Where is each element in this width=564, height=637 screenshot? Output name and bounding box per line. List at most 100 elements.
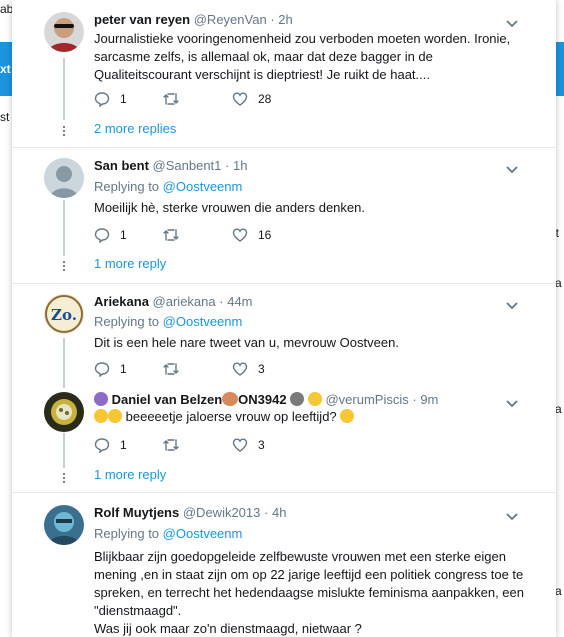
more-replies-link[interactable]: 1 more reply xyxy=(94,467,166,482)
heart-icon[interactable] xyxy=(232,361,248,377)
replying-to-label: Replying to xyxy=(94,314,160,329)
author-handle[interactable]: @verumPiscis xyxy=(325,392,408,407)
author-name-suffix[interactable]: ON3942 xyxy=(238,392,286,407)
author-handle[interactable]: @Dewik2013 xyxy=(183,505,261,520)
retweet-action[interactable] xyxy=(162,226,190,244)
mention-link[interactable]: @Oostveenm xyxy=(163,314,243,329)
thread-line xyxy=(63,338,65,388)
reply-action[interactable]: 1 xyxy=(94,360,127,378)
retweet-action[interactable] xyxy=(162,90,190,108)
timestamp[interactable]: 9m xyxy=(420,392,438,407)
timestamp[interactable]: 1h xyxy=(233,158,247,173)
retweet-icon[interactable] xyxy=(162,361,180,377)
background-left-fragment: st xyxy=(0,110,10,124)
tweet-text-line: Was jij ook maar zo'n dienstmaagd, nietw… xyxy=(94,621,362,636)
tweet-text-line: mening ,en in staat zijn om op 22 jarige… xyxy=(94,567,524,582)
background-right-banner xyxy=(556,42,564,96)
author-name[interactable]: Rolf Muytjens xyxy=(94,505,179,520)
more-replies-link[interactable]: 2 more replies xyxy=(94,121,176,136)
reply-count: 1 xyxy=(120,438,127,452)
author-handle[interactable]: @ariekana xyxy=(153,294,216,309)
vertical-dots-icon xyxy=(59,259,69,272)
reply-count: 1 xyxy=(120,362,127,376)
chevron-down-icon[interactable] xyxy=(505,509,519,521)
separator-dot: · xyxy=(270,12,275,27)
timestamp[interactable]: 2h xyxy=(278,12,292,27)
tweet-item[interactable]: peter van reyen @ReyenVan · 2h Journalis… xyxy=(12,0,556,148)
retweet-icon[interactable] xyxy=(162,227,180,243)
avatar[interactable] xyxy=(44,158,84,198)
separator-dot: · xyxy=(219,294,224,309)
retweet-icon[interactable] xyxy=(162,91,180,107)
replying-to: Replying to @Oostveenm xyxy=(94,526,242,541)
separator-dot: · xyxy=(412,392,417,407)
menorah-emoji-icon xyxy=(94,392,108,406)
tweet-item[interactable]: San bent @Sanbent1 · 1h Replying to @Oos… xyxy=(12,148,556,284)
reply-count: 1 xyxy=(120,92,127,106)
avatar[interactable] xyxy=(44,392,84,432)
chevron-down-icon[interactable] xyxy=(505,16,519,28)
avatar[interactable] xyxy=(44,12,84,52)
vertical-dots-icon xyxy=(59,471,69,484)
replying-to-label: Replying to xyxy=(94,179,160,194)
timestamp[interactable]: 4h xyxy=(272,505,286,520)
tweet-text-line: "dienstmaagd". xyxy=(94,603,182,618)
retweet-action[interactable] xyxy=(162,436,190,454)
replying-to: Replying to @Oostveenm xyxy=(94,179,242,194)
replying-to-label: Replying to xyxy=(94,526,160,541)
heart-icon[interactable] xyxy=(232,227,248,243)
avatar[interactable]: Zo. xyxy=(44,294,84,334)
author-name[interactable]: Daniel van Belzen xyxy=(112,392,223,407)
heart-icon[interactable] xyxy=(232,91,248,107)
like-action[interactable]: 3 xyxy=(232,436,265,454)
replying-to: Replying to @Oostveenm xyxy=(94,314,242,329)
reply-icon[interactable] xyxy=(94,91,110,107)
mention-link[interactable]: @Oostveenm xyxy=(163,179,243,194)
mention-link[interactable]: @Oostveenm xyxy=(163,526,243,541)
reply-action[interactable]: 1 xyxy=(94,226,127,244)
monocle-emoji-icon xyxy=(307,392,322,406)
background-left-fragment: xt xyxy=(0,62,11,76)
retweet-icon[interactable] xyxy=(162,437,180,453)
reply-action[interactable]: 1 xyxy=(94,90,127,108)
thinking-emoji-icon xyxy=(108,409,122,423)
chevron-down-icon[interactable] xyxy=(505,298,519,310)
author-handle[interactable]: @Sanbent1 xyxy=(153,158,222,173)
avatar[interactable] xyxy=(44,505,84,545)
tweet-header: San bent @Sanbent1 · 1h xyxy=(94,158,247,173)
more-replies-link[interactable]: 1 more reply xyxy=(94,256,166,271)
chevron-down-icon[interactable] xyxy=(505,162,519,174)
timestamp[interactable]: 44m xyxy=(227,294,252,309)
animal-emoji-icon xyxy=(222,392,239,406)
reply-count: 1 xyxy=(120,228,127,242)
tweet-item[interactable]: Zo. Ariekana @ariekana · 44m Replying to… xyxy=(12,284,556,493)
tweet-text: Moeilijk hè, sterke vrouwen die anders d… xyxy=(94,200,365,215)
like-count: 28 xyxy=(258,92,272,106)
thread-line xyxy=(63,58,65,120)
chevron-down-icon[interactable] xyxy=(505,396,519,408)
like-count: 3 xyxy=(258,362,265,376)
reply-icon[interactable] xyxy=(94,437,110,453)
like-action[interactable]: 28 xyxy=(232,90,271,108)
vertical-dots-icon xyxy=(59,124,69,137)
author-name[interactable]: Ariekana xyxy=(94,294,149,309)
tweet-text-line: spreken, en terrecht het hedendaagse mis… xyxy=(94,585,524,600)
author-handle[interactable]: @ReyenVan xyxy=(194,12,267,27)
reply-action[interactable]: 1 xyxy=(94,436,127,454)
like-count: 3 xyxy=(258,438,265,452)
heart-icon[interactable] xyxy=(232,437,248,453)
retweet-action[interactable] xyxy=(162,360,190,378)
background-left-fragment: ab xyxy=(0,2,12,16)
author-name[interactable]: San bent xyxy=(94,158,149,173)
like-action[interactable]: 16 xyxy=(232,226,271,244)
reply-icon[interactable] xyxy=(94,227,110,243)
like-count: 16 xyxy=(258,228,272,242)
thread-line xyxy=(63,200,65,256)
like-action[interactable]: 3 xyxy=(232,360,265,378)
tweet-item[interactable]: Rolf Muytjens @Dewik2013 · 4h Replying t… xyxy=(12,493,556,637)
author-name[interactable]: peter van reyen xyxy=(94,12,190,27)
reply-icon[interactable] xyxy=(94,361,110,377)
tweet-actions: 1 16 xyxy=(94,226,514,246)
separator-dot: · xyxy=(225,158,230,173)
tweet-header: peter van reyen @ReyenVan · 2h xyxy=(94,12,293,27)
